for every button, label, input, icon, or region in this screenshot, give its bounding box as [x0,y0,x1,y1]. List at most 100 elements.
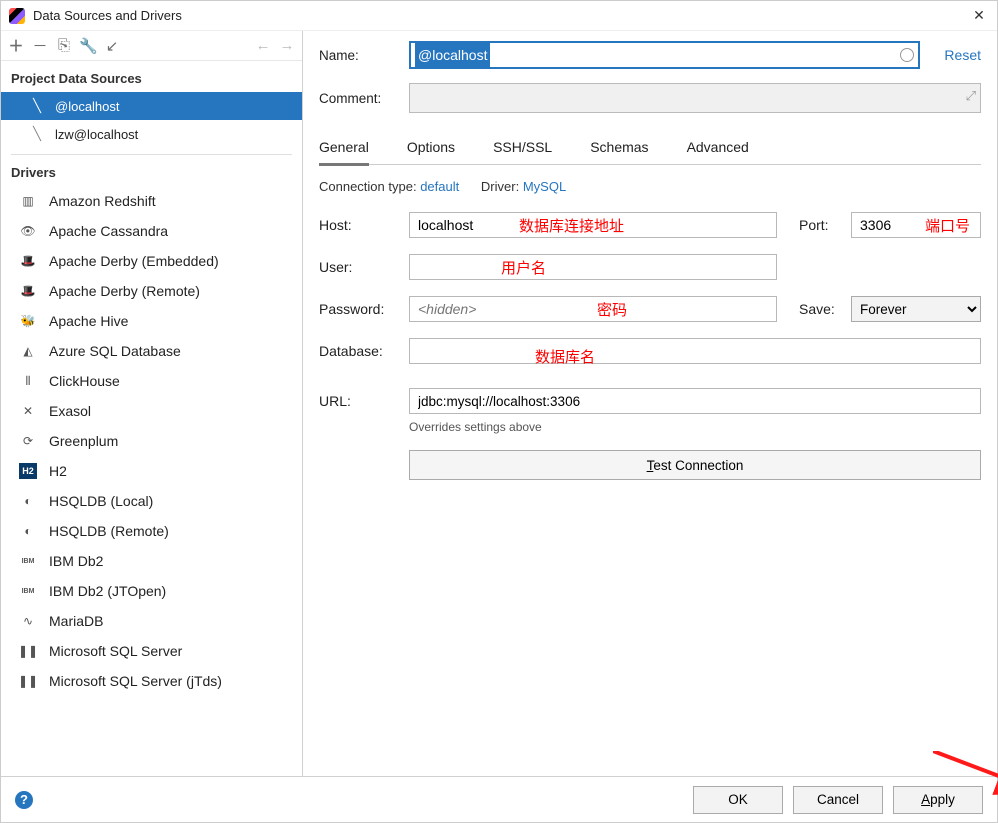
driver-label: MariaDB [49,613,103,629]
comment-label: Comment: [319,91,409,106]
host-row: Host: 数据库连接地址 Port: 端口号 [319,212,981,238]
driver-icon: IBM [19,583,37,599]
driver-icon: ▥ [19,193,37,209]
driver-label: Microsoft SQL Server [49,643,182,659]
expand-icon[interactable]: ⤢ [966,88,976,104]
host-input[interactable] [409,212,777,238]
dialog-footer: ? OK Cancel Apply [1,776,997,822]
settings-icon[interactable]: 🔧 [79,37,97,55]
driver-item[interactable]: 🎩Apache Derby (Remote) [1,276,302,306]
port-label: Port: [799,217,851,233]
cancel-button[interactable]: Cancel [793,786,883,814]
driver-label: HSQLDB (Local) [49,493,153,509]
apply-button[interactable]: Apply [893,786,983,814]
tab-sshssl[interactable]: SSH/SSL [493,131,552,164]
remove-button[interactable]: － [31,35,49,56]
password-label: Password: [319,301,409,317]
tab-schemas[interactable]: Schemas [590,131,648,164]
connection-type-label: Connection type: [319,179,417,194]
name-input-wrap: @localhost [409,41,920,69]
name-row: Name: @localhost Reset [319,41,981,69]
tab-bar: General Options SSH/SSL Schemas Advanced [319,131,981,165]
driver-item[interactable]: H2H2 [1,456,302,486]
name-label: Name: [319,48,409,63]
driver-label: Apache Derby (Remote) [49,283,200,299]
driver-item[interactable]: ❚❚ Microsoft SQL Server [1,636,302,666]
driver-icon: ◐ [19,493,37,509]
reset-link[interactable]: Reset [944,47,981,63]
driver-label: Greenplum [49,433,118,449]
driver-icon: 🐝 [19,313,37,329]
dialog-window: Data Sources and Drivers ✕ ＋ － ⎘ 🔧 ↙ ← →… [0,0,998,823]
datasource-item[interactable]: ╲ lzw@localhost [1,120,302,148]
driver-label: ClickHouse [49,373,120,389]
driver-item[interactable]: ∿ MariaDB [1,606,302,636]
close-icon[interactable]: ✕ [969,7,989,24]
connection-type-link[interactable]: default [420,179,459,194]
datasource-item[interactable]: ╲ @localhost [1,92,302,120]
driver-link[interactable]: MySQL [523,179,566,194]
app-icon [9,8,25,24]
driver-label: Microsoft SQL Server (jTds) [49,673,222,689]
driver-label: IBM Db2 [49,553,103,569]
driver-label: IBM Db2 (JTOpen) [49,583,166,599]
driver-item[interactable]: ⟳ Greenplum [1,426,302,456]
tab-general[interactable]: General [319,131,369,166]
datasource-icon: ╲ [29,98,45,114]
host-label: Host: [319,217,409,233]
datasource-icon: ╲ [29,126,45,142]
driver-icon: ∿ [19,613,37,629]
driver-item[interactable]: IBM IBM Db2 (JTOpen) [1,576,302,606]
name-selection-highlight: @localhost [415,43,490,67]
driver-item[interactable]: IBMIBM Db2 [1,546,302,576]
user-input[interactable] [409,254,777,280]
user-row: User: 用户名 [319,254,981,280]
sidebar-toolbar: ＋ － ⎘ 🔧 ↙ ← → [1,31,302,61]
driver-label: Apache Cassandra [49,223,168,239]
url-input[interactable] [409,388,981,414]
ok-button[interactable]: OK [693,786,783,814]
back-icon[interactable]: ← [254,37,272,54]
url-hint: Overrides settings above [409,420,981,434]
import-icon[interactable]: ↙ [103,37,121,55]
driver-item[interactable]: 👁Apache Cassandra [1,216,302,246]
tab-options[interactable]: Options [407,131,455,164]
tab-advanced[interactable]: Advanced [687,131,749,164]
project-sources-header: Project Data Sources [1,61,302,92]
copy-button[interactable]: ⎘ [55,37,73,54]
driver-item[interactable]: ❚❚Microsoft SQL Server (jTds) [1,666,302,696]
driver-item[interactable]: 🐝Apache Hive [1,306,302,336]
password-input[interactable] [409,296,777,322]
driver-label: Apache Derby (Embedded) [49,253,219,269]
driver-icon: ◐ [19,523,37,539]
driver-item[interactable]: 🎩 Apache Derby (Embedded) [1,246,302,276]
help-icon[interactable]: ? [15,791,33,809]
driver-item[interactable]: ✕Exasol [1,396,302,426]
driver-label: Driver: [481,179,519,194]
section-separator [11,154,292,155]
dialog-body: ＋ － ⎘ 🔧 ↙ ← → Project Data Sources ╲ @lo… [1,31,997,776]
comment-input[interactable]: ⤢ [409,83,981,113]
database-input[interactable] [409,338,981,364]
save-label: Save: [799,301,851,317]
driver-item[interactable]: ▥Amazon Redshift [1,186,302,216]
main-panel: Name: @localhost Reset Comment: ⤢ Genera… [303,31,997,776]
driver-item[interactable]: ⦀ ClickHouse [1,366,302,396]
driver-icon: ⦀ [19,373,37,389]
driver-icon: ✕ [19,403,37,419]
color-picker-icon[interactable] [900,48,914,62]
driver-label: Azure SQL Database [49,343,181,359]
port-input[interactable] [851,212,981,238]
driver-label: H2 [49,463,67,479]
forward-icon[interactable]: → [278,37,296,54]
driver-icon: 🎩 [19,253,37,269]
driver-item[interactable]: ◐ HSQLDB (Local) [1,486,302,516]
test-connection-button[interactable]: Test Connection [409,450,981,480]
save-select[interactable]: Forever [851,296,981,322]
driver-item[interactable]: ◭Azure SQL Database [1,336,302,366]
driver-item[interactable]: ◐HSQLDB (Remote) [1,516,302,546]
connection-info-row: Connection type: default Driver: MySQL [319,165,981,212]
driver-icon: ❚❚ [19,643,37,659]
driver-icon: ⟳ [19,433,37,449]
add-button[interactable]: ＋ [7,35,25,56]
